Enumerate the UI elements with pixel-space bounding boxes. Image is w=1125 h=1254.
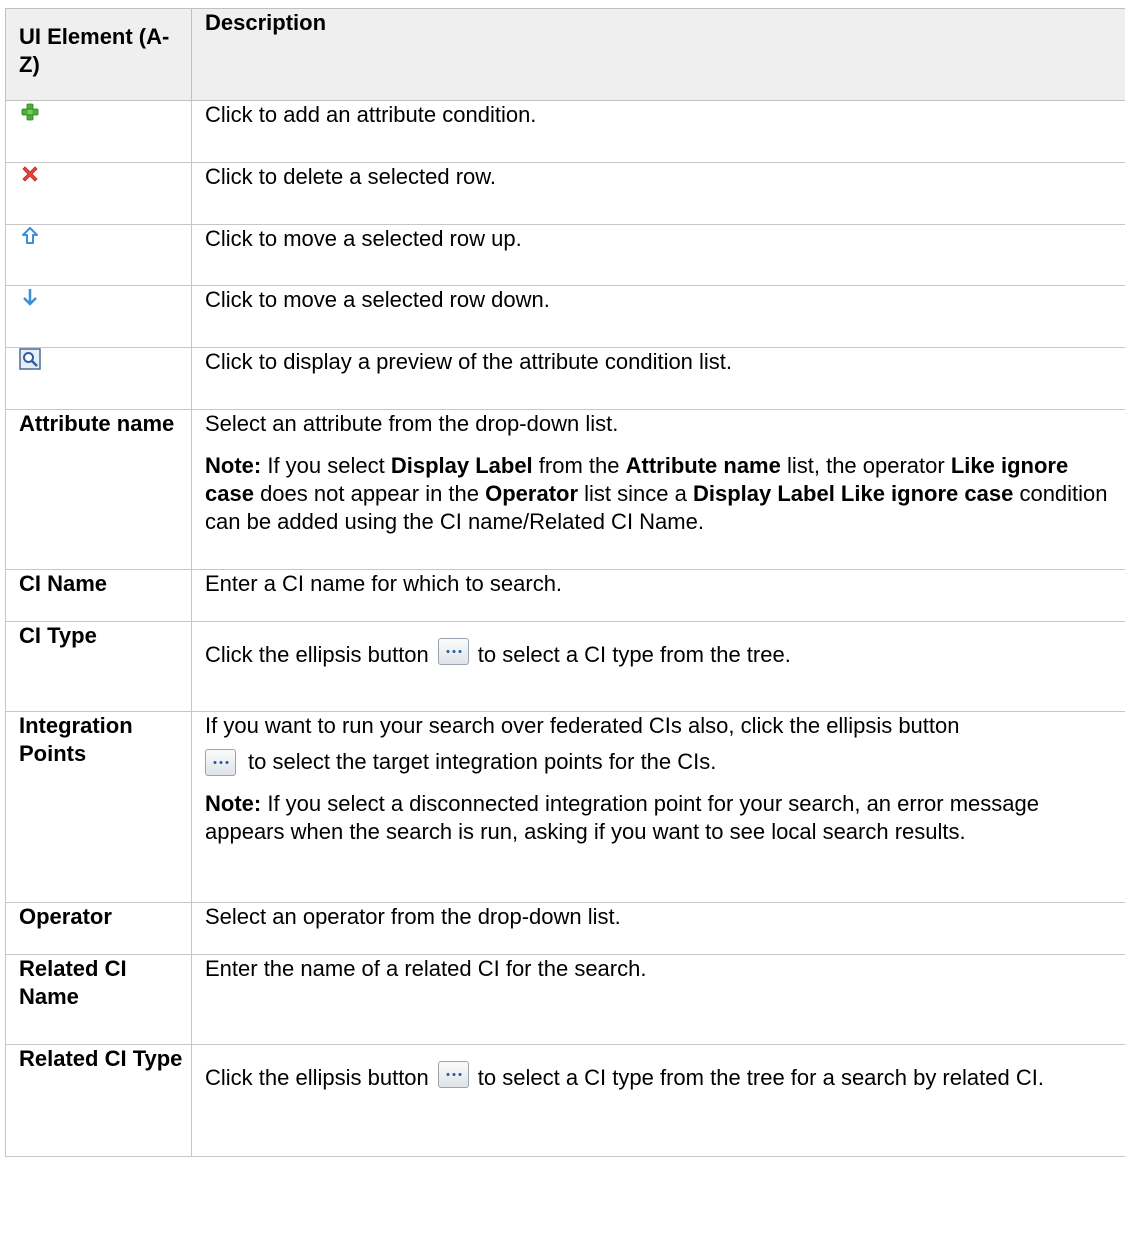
- add-icon: [19, 101, 41, 123]
- description-cell: Select an attribute from the drop-down l…: [191, 409, 1125, 570]
- description-text: If you want to run your search over fede…: [205, 713, 960, 738]
- description-cell: Enter the name of a related CI for the s…: [191, 954, 1125, 1045]
- ui-element-cell: [5, 100, 192, 163]
- header-ui-element: UI Element (A-Z): [5, 8, 192, 101]
- table-row: Click to delete a selected row.: [5, 162, 1125, 225]
- preview-icon: [19, 348, 41, 370]
- ui-element-name: Related CI Name: [5, 954, 192, 1045]
- description-cell: Click the ellipsis button to select a CI …: [191, 621, 1125, 712]
- table-row: Attribute name Select an attribute from …: [5, 409, 1125, 570]
- description-text-part: Click the ellipsis button: [205, 642, 429, 667]
- note-text: If you select: [261, 453, 391, 478]
- ui-element-name: Related CI Type: [5, 1044, 192, 1157]
- ui-element-cell: [5, 285, 192, 348]
- table-row: CI Type Click the ellipsis button to sele…: [5, 621, 1125, 712]
- description-cell: If you want to run your search over fede…: [191, 711, 1125, 903]
- table-row: Click to move a selected row up.: [5, 224, 1125, 286]
- table-header-row: UI Element (A-Z) Description: [5, 8, 1125, 101]
- description-cell: Click to move a selected row down.: [191, 285, 1125, 348]
- ui-element-name: CI Type: [5, 621, 192, 712]
- table-row: Operator Select an operator from the dro…: [5, 902, 1125, 955]
- note-bold-term: Display Label: [390, 453, 533, 478]
- table-row: Click to display a preview of the attrib…: [5, 347, 1125, 410]
- ellipsis-icon: [205, 749, 236, 776]
- note-text: list, the operator: [780, 453, 951, 478]
- note-text: from the: [532, 453, 626, 478]
- ui-element-name: Integration Points: [5, 711, 192, 903]
- note-label: Note:: [205, 453, 262, 478]
- description-cell: Click to display a preview of the attrib…: [191, 347, 1125, 410]
- ui-element-name: Operator: [5, 902, 192, 955]
- description-cell: Click to add an attribute condition.: [191, 100, 1125, 163]
- description-text-part: Click the ellipsis button: [205, 1065, 429, 1090]
- note-paragraph: Note: If you select a disconnected integ…: [205, 790, 1122, 846]
- table-row: Integration Points If you want to run yo…: [5, 711, 1125, 903]
- table-row: Click to add an attribute condition.: [5, 100, 1125, 163]
- description-cell: Click the ellipsis button to select a CI …: [191, 1044, 1125, 1157]
- move-down-icon: [19, 286, 41, 308]
- ui-elements-table: UI Element (A-Z) Description Click to ad…: [5, 8, 1125, 1157]
- move-up-icon: [19, 225, 41, 247]
- note-paragraph: Note: If you select Display Label from t…: [205, 452, 1122, 536]
- table-row: Related CI Name Enter the name of a rela…: [5, 954, 1125, 1045]
- ui-element-cell: [5, 162, 192, 225]
- table-row: Related CI Type Click the ellipsis butto…: [5, 1044, 1125, 1157]
- table-row: Click to move a selected row down.: [5, 285, 1125, 348]
- description-text: Click the ellipsis button to select a CI …: [205, 1061, 1122, 1092]
- description-cell: Click to move a selected row up.: [191, 224, 1125, 286]
- description-cell: Select an operator from the drop-down li…: [191, 902, 1125, 955]
- note-bold-term: Display Label Like ignore case: [692, 481, 1014, 506]
- note-text: list since a: [578, 481, 693, 506]
- description-text: Click the ellipsis button to select a CI …: [205, 638, 1122, 669]
- note-label: Note:: [205, 791, 262, 816]
- header-description: Description: [191, 8, 1125, 101]
- description-text: to select the target integration points …: [205, 748, 1122, 776]
- ui-element-name: CI Name: [5, 569, 192, 622]
- description-cell: Click to delete a selected row.: [191, 162, 1125, 225]
- description-text-part: to select a CI type from the tree for a …: [477, 1065, 1044, 1090]
- description-text-part: to select the target integration points …: [248, 749, 717, 774]
- ui-element-cell: [5, 347, 192, 410]
- note-bold-term: Operator: [485, 481, 579, 506]
- ui-element-name: Attribute name: [5, 409, 192, 570]
- ui-element-cell: [5, 224, 192, 286]
- delete-icon: [19, 163, 41, 185]
- table-row: CI Name Enter a CI name for which to sea…: [5, 569, 1125, 622]
- description-text-part: to select a CI type from the tree.: [477, 642, 791, 667]
- description-text: Select an attribute from the drop-down l…: [205, 411, 619, 436]
- note-text: does not appear in the: [253, 481, 486, 506]
- description-cell: Enter a CI name for which to search.: [191, 569, 1125, 622]
- note-text: If you select a disconnected integration…: [205, 791, 1039, 844]
- ellipsis-icon: [437, 638, 469, 665]
- note-bold-term: Attribute name: [625, 453, 781, 478]
- ellipsis-icon: [437, 1061, 469, 1088]
